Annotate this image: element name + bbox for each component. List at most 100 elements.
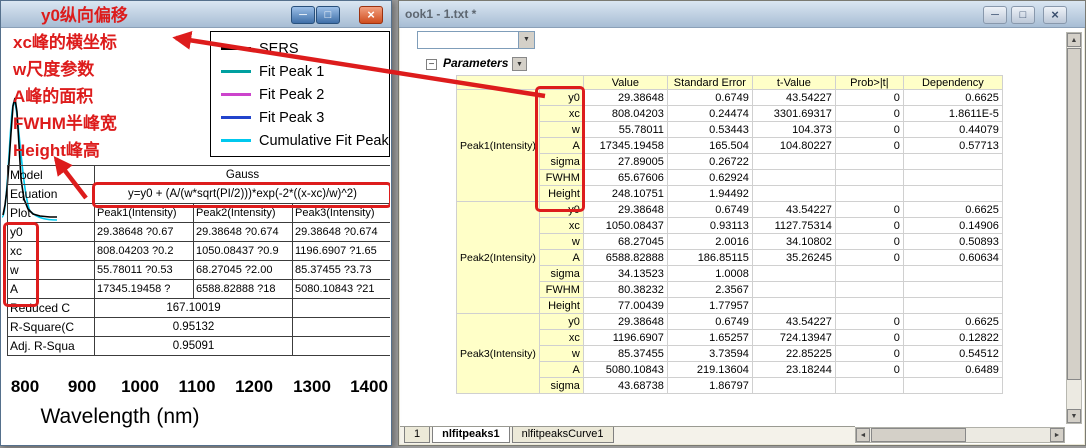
param-value-cell[interactable]: 35.26245 [751, 249, 836, 266]
param-table-header[interactable]: Standard Error [666, 75, 753, 90]
param-value-cell[interactable]: 27.89005 [582, 153, 668, 170]
param-value-cell[interactable]: 0 [834, 137, 904, 154]
param-value-cell[interactable]: 6588.82888 [582, 249, 668, 266]
param-value-cell[interactable]: 0.60634 [902, 249, 1003, 266]
param-value-cell[interactable]: 0.6625 [902, 201, 1003, 218]
scroll-down-icon[interactable]: ▼ [1067, 409, 1081, 423]
param-value-cell[interactable]: 0 [834, 121, 904, 138]
param-value-cell[interactable]: 0 [834, 361, 904, 378]
param-value-cell[interactable] [834, 377, 904, 394]
param-value-cell[interactable]: 17345.19458 [582, 137, 668, 154]
param-name-cell[interactable]: Height [538, 297, 584, 314]
param-value-cell[interactable]: 1.65257 [666, 329, 753, 346]
param-value-cell[interactable]: 43.54227 [751, 201, 836, 218]
sheet-tab-nlfitpeaksCurve1[interactable]: nlfitpeaksCurve1 [511, 427, 614, 443]
param-value-cell[interactable]: 22.85225 [751, 345, 836, 362]
param-value-cell[interactable] [902, 297, 1003, 314]
param-value-cell[interactable]: 0.57713 [902, 137, 1003, 154]
param-value-cell[interactable] [751, 153, 836, 170]
param-value-cell[interactable] [834, 297, 904, 314]
scroll-left-icon[interactable]: ◄ [856, 428, 870, 442]
param-value-cell[interactable]: 0 [834, 89, 904, 106]
param-name-cell[interactable]: FWHM [538, 169, 584, 186]
close-icon[interactable]: × [1043, 6, 1067, 24]
param-value-cell[interactable]: 0 [834, 233, 904, 250]
param-value-cell[interactable]: 1.0008 [666, 265, 753, 282]
param-value-cell[interactable] [751, 265, 836, 282]
param-value-cell[interactable]: 1.77957 [666, 297, 753, 314]
vertical-scrollbar[interactable]: ▲ ▼ [1066, 32, 1082, 424]
param-value-cell[interactable]: 1.86797 [666, 377, 753, 394]
param-name-cell[interactable]: y0 [538, 313, 584, 330]
param-value-cell[interactable] [902, 265, 1003, 282]
param-value-cell[interactable]: 3301.69317 [751, 105, 836, 122]
restore-icon[interactable]: □ [316, 6, 340, 24]
param-name-cell[interactable]: w [538, 345, 584, 362]
sheet-tab-1[interactable]: 1 [404, 427, 431, 443]
param-table-header[interactable]: Dependency [902, 75, 1003, 90]
param-value-cell[interactable]: 0.6749 [666, 201, 753, 218]
param-value-cell[interactable]: 186.85115 [666, 249, 753, 266]
param-value-cell[interactable] [751, 281, 836, 298]
results-table[interactable]: Model Gauss Equation y=y0 + (A/(w*sqrt(PI/2… [7, 165, 390, 356]
param-value-cell[interactable]: 0.26722 [666, 153, 753, 170]
param-value-cell[interactable] [751, 169, 836, 186]
param-value-cell[interactable]: 808.04203 [582, 105, 668, 122]
param-value-cell[interactable]: 1196.6907 [582, 329, 668, 346]
param-name-cell[interactable]: sigma [538, 265, 584, 282]
horizontal-scrollbar-thumb[interactable] [871, 428, 966, 442]
param-value-cell[interactable]: 23.18244 [751, 361, 836, 378]
param-value-cell[interactable]: 34.13523 [582, 265, 668, 282]
param-value-cell[interactable]: 1127.75314 [751, 217, 836, 234]
param-name-cell[interactable]: y0 [538, 89, 584, 106]
param-value-cell[interactable] [751, 377, 836, 394]
parameters-dropdown-icon[interactable]: ▼ [512, 57, 527, 71]
param-value-cell[interactable]: 0.53443 [666, 121, 753, 138]
close-icon[interactable]: × [359, 6, 383, 24]
legend-box[interactable]: SERS Fit Peak 1 Fit Peak 2 Fit Peak 3 Cumula… [210, 31, 390, 157]
param-value-cell[interactable]: 80.38232 [582, 281, 668, 298]
param-value-cell[interactable]: 2.3567 [666, 281, 753, 298]
param-value-cell[interactable]: 43.54227 [751, 89, 836, 106]
param-value-cell[interactable]: 0 [834, 329, 904, 346]
param-value-cell[interactable]: 248.10751 [582, 185, 668, 202]
param-name-cell[interactable]: A [538, 361, 584, 378]
param-group-label[interactable]: Peak2(Intensity) [456, 201, 540, 314]
param-value-cell[interactable] [751, 185, 836, 202]
param-value-cell[interactable]: 0.6749 [666, 89, 753, 106]
collapse-toggle-icon[interactable]: − [426, 59, 437, 70]
param-value-cell[interactable] [751, 297, 836, 314]
param-table-header[interactable]: Value [582, 75, 668, 90]
param-value-cell[interactable]: 0.6749 [666, 313, 753, 330]
param-name-cell[interactable]: xc [538, 329, 584, 346]
param-value-cell[interactable]: 77.00439 [582, 297, 668, 314]
param-value-cell[interactable]: 5080.10843 [582, 361, 668, 378]
param-value-cell[interactable]: 0.6625 [902, 313, 1003, 330]
param-value-cell[interactable]: 68.27045 [582, 233, 668, 250]
param-name-cell[interactable]: y0 [538, 201, 584, 218]
param-value-cell[interactable]: 65.67606 [582, 169, 668, 186]
param-name-cell[interactable]: FWHM [538, 281, 584, 298]
param-value-cell[interactable] [902, 169, 1003, 186]
param-value-cell[interactable] [834, 281, 904, 298]
param-value-cell[interactable]: 0.54512 [902, 345, 1003, 362]
param-value-cell[interactable]: 2.0016 [666, 233, 753, 250]
param-name-cell[interactable]: w [538, 233, 584, 250]
param-value-cell[interactable]: 0.44079 [902, 121, 1003, 138]
param-value-cell[interactable]: 0 [834, 313, 904, 330]
param-value-cell[interactable]: 29.38648 [582, 201, 668, 218]
param-value-cell[interactable] [902, 377, 1003, 394]
scroll-right-icon[interactable]: ► [1050, 428, 1064, 442]
param-value-cell[interactable]: 0.24474 [666, 105, 753, 122]
restore-icon[interactable]: □ [1011, 6, 1035, 24]
param-table-header[interactable]: t-Value [751, 75, 836, 90]
param-value-cell[interactable]: 1050.08437 [582, 217, 668, 234]
param-name-cell[interactable]: xc [538, 105, 584, 122]
param-value-cell[interactable]: 0.12822 [902, 329, 1003, 346]
scroll-up-icon[interactable]: ▲ [1067, 33, 1081, 47]
param-value-cell[interactable] [902, 185, 1003, 202]
param-value-cell[interactable]: 3.73594 [666, 345, 753, 362]
param-value-cell[interactable]: 104.80227 [751, 137, 836, 154]
param-value-cell[interactable]: 0.50893 [902, 233, 1003, 250]
workbook-titlebar[interactable]: ook1 - 1.txt * ─ □ × [399, 1, 1085, 28]
